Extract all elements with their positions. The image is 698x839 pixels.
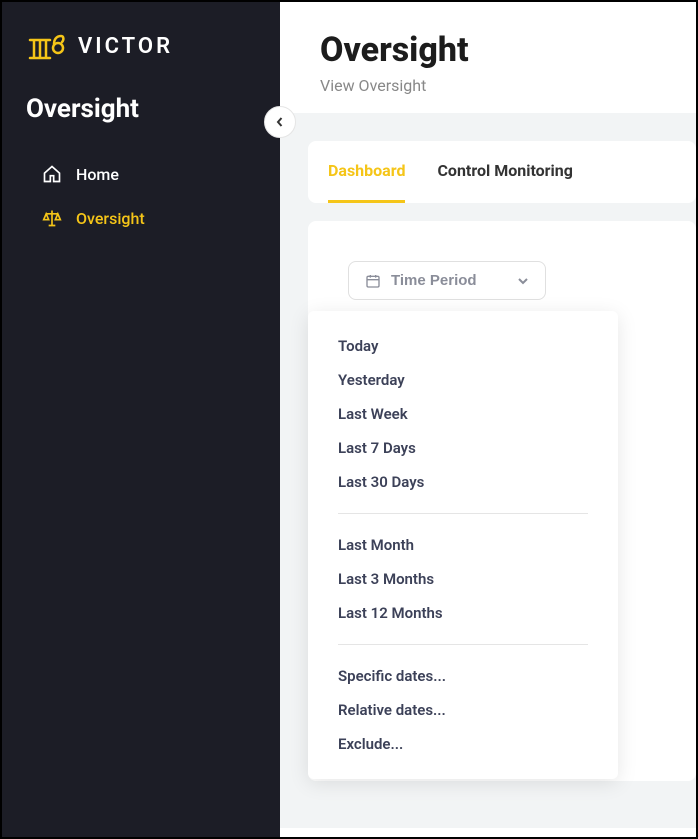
sidebar: VICTOR Oversight Home Oversight: [2, 2, 280, 837]
time-period-dropdown: Today Yesterday Last Week Last 7 Days La…: [308, 311, 618, 779]
main-content: Oversight View Oversight Dashboard Contr…: [280, 2, 696, 837]
dropdown-item-specific-dates[interactable]: Specific dates...: [308, 659, 618, 693]
home-icon: [42, 164, 62, 184]
tab-control-monitoring[interactable]: Control Monitoring: [437, 141, 572, 203]
brand-logo[interactable]: VICTOR: [2, 26, 280, 66]
time-period-button[interactable]: Time Period: [348, 261, 546, 300]
dropdown-item-last-12-months[interactable]: Last 12 Months: [308, 596, 618, 630]
sidebar-item-home[interactable]: Home: [2, 152, 280, 196]
chevron-down-icon: [517, 275, 529, 287]
tab-dashboard[interactable]: Dashboard: [328, 141, 405, 203]
brand-name: VICTOR: [78, 34, 173, 59]
dropdown-item-last-3-months[interactable]: Last 3 Months: [308, 562, 618, 596]
calendar-icon: [365, 273, 381, 289]
filter-card: Time Period Today Yesterday Last Week La…: [308, 221, 696, 781]
page-subtitle: View Oversight: [320, 76, 656, 95]
sidebar-section-title: Oversight: [2, 94, 280, 124]
dropdown-divider: [338, 513, 588, 514]
sidebar-item-label: Oversight: [76, 209, 145, 228]
dropdown-divider: [338, 644, 588, 645]
sidebar-item-oversight[interactable]: Oversight: [2, 196, 280, 240]
dropdown-item-exclude[interactable]: Exclude...: [308, 727, 618, 761]
brand-icon: [26, 26, 66, 66]
dropdown-item-last-week[interactable]: Last Week: [308, 397, 618, 431]
chevron-left-icon: [275, 117, 285, 127]
sidebar-collapse-button[interactable]: [264, 106, 296, 138]
sidebar-item-label: Home: [76, 165, 119, 184]
dropdown-item-last-month[interactable]: Last Month: [308, 528, 618, 562]
time-period-label: Time Period: [391, 272, 477, 289]
page-title: Oversight: [320, 30, 656, 70]
dropdown-item-last-7-days[interactable]: Last 7 Days: [308, 431, 618, 465]
scales-icon: [42, 208, 62, 228]
dropdown-item-relative-dates[interactable]: Relative dates...: [308, 693, 618, 727]
tabs: Dashboard Control Monitoring: [328, 141, 676, 203]
dropdown-item-yesterday[interactable]: Yesterday: [308, 363, 618, 397]
dropdown-item-today[interactable]: Today: [308, 329, 618, 363]
dropdown-item-last-30-days[interactable]: Last 30 Days: [308, 465, 618, 499]
page-header: Oversight View Oversight: [280, 2, 696, 113]
tabs-card: Dashboard Control Monitoring: [308, 141, 696, 203]
content-area: Dashboard Control Monitoring Time Period…: [280, 113, 696, 828]
